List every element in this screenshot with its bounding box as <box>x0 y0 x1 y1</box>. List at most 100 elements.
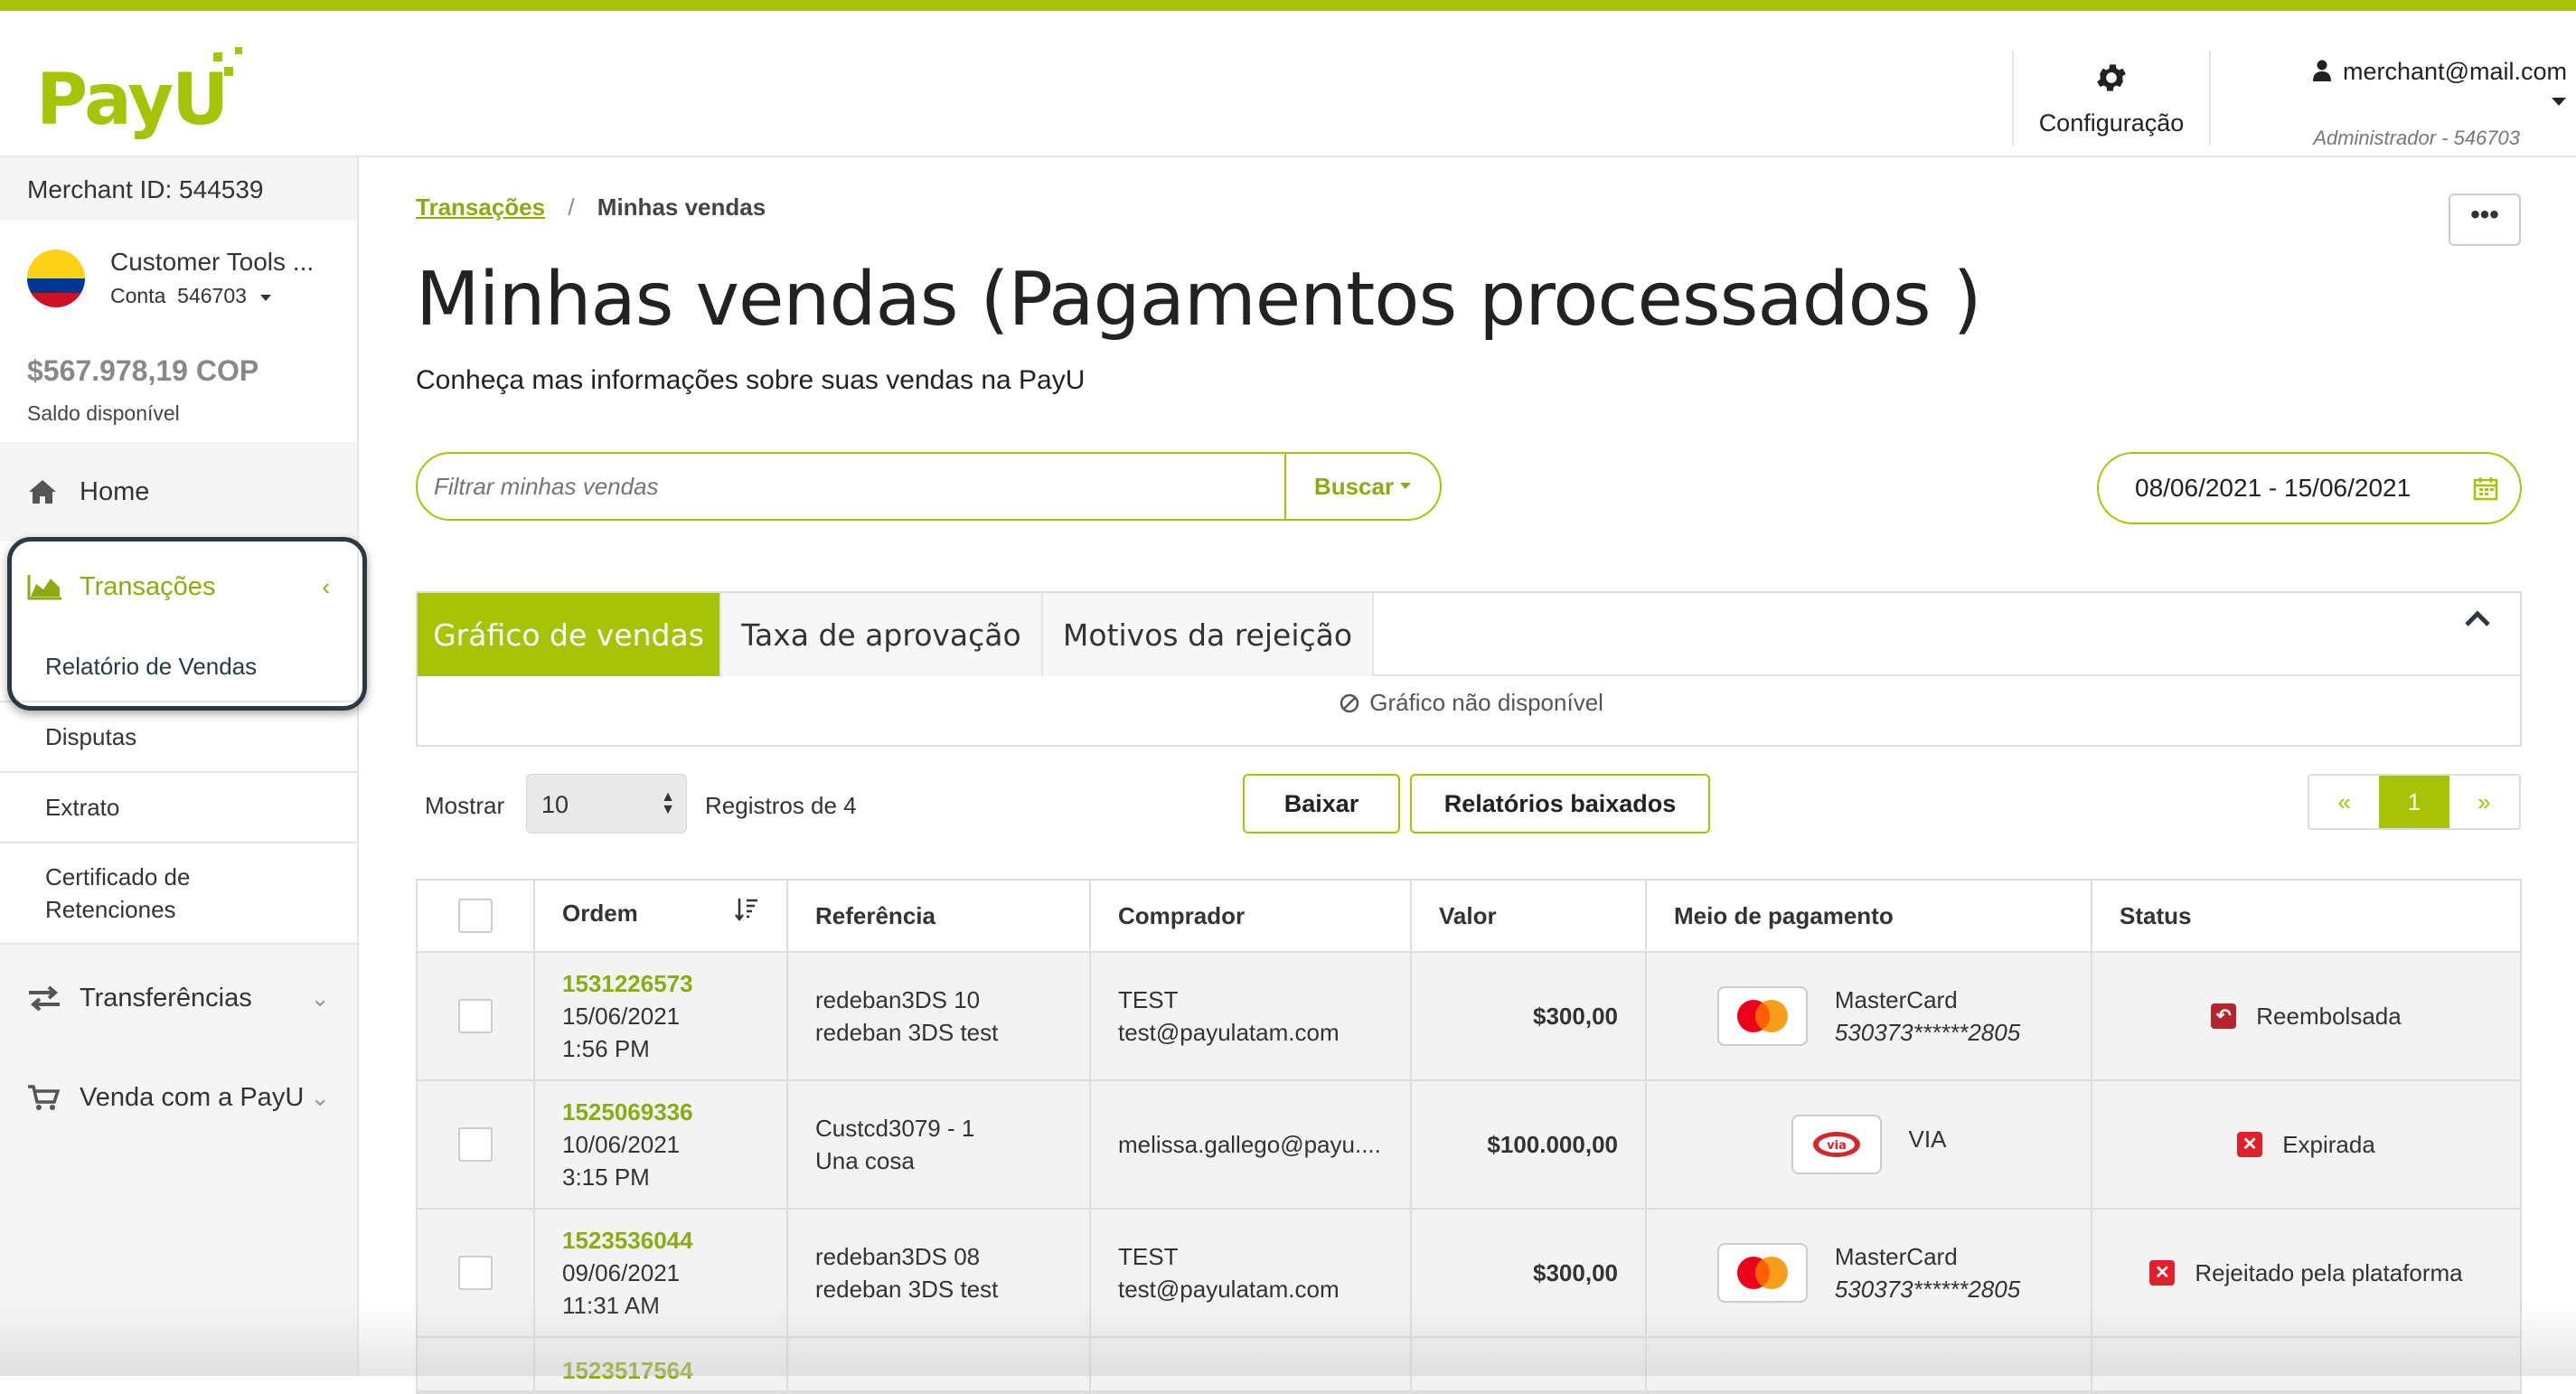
sort-desc-icon[interactable] <box>734 897 759 922</box>
sidebar-item-transferencias[interactable]: Transferências ⌄ <box>0 948 357 1048</box>
header-valor: Valor <box>1412 881 1647 951</box>
payment-cell: via VIA <box>1647 1081 2092 1208</box>
order-link[interactable]: 1531226573 <box>562 967 759 1000</box>
subitem-label: Extrato <box>45 793 120 821</box>
value-cell <box>1412 1338 1647 1392</box>
table-row[interactable]: 1523536044 09/06/2021 11:31 AM redeban3D… <box>418 1210 2520 1338</box>
masked-card: 530373******2805 <box>1834 1019 2021 1046</box>
order-cell: 1525069336 10/06/2021 3:15 PM <box>535 1081 788 1208</box>
select-all-checkbox[interactable] <box>458 899 493 933</box>
table-toolbar: Mostrar 10 ▲ ▼ Registros de 4 Baixar Rela… <box>416 772 2522 844</box>
reference-description: redeban 3DS test <box>815 1276 999 1303</box>
select-arrows-icon: ▲ ▼ <box>661 789 675 817</box>
subitem-label: Relatório de Vendas <box>45 652 258 680</box>
collapse-panel-icon[interactable] <box>2464 609 2491 627</box>
no-chart-message: Gráfico não disponível <box>1340 689 1603 717</box>
sidebar-subitem-certificado[interactable]: Certificado de Retenciones <box>0 843 357 945</box>
sidebar: Merchant ID: 544539 Customer Tools ... C… <box>0 157 359 1376</box>
sidebar-item-venda[interactable]: Venda com a PayU ⌄ <box>0 1048 357 1147</box>
table-row[interactable]: 1531226573 15/06/2021 1:56 PM redeban3DS… <box>418 953 2520 1081</box>
status-badge: Expirada <box>2282 1131 2375 1158</box>
search-bar: Buscar <box>416 452 1442 521</box>
reference-cell: redeban3DS 10 redeban 3DS test <box>788 953 1091 1079</box>
download-button[interactable]: Baixar <box>1243 774 1400 834</box>
merchant-id: Merchant ID: 544539 <box>27 175 264 203</box>
row-checkbox-cell <box>418 953 535 1079</box>
tab-motivos-rejeicao[interactable]: Motivos da rejeição <box>1043 593 1374 676</box>
sidebar-subitem-disputas[interactable]: Disputas <box>0 702 357 773</box>
buyer-email: test@payulatam.com <box>1118 1019 1340 1046</box>
header-meio-pagamento: Meio de pagamento <box>1647 881 2092 951</box>
breadcrumb: Transações / Minhas vendas <box>416 193 766 221</box>
config-button[interactable]: Configuração <box>2012 51 2211 146</box>
row-checkbox-cell <box>418 1210 535 1336</box>
payu-logo[interactable]: PayU <box>36 47 244 146</box>
search-input[interactable] <box>418 454 1284 519</box>
order-link[interactable]: 1523517564 <box>562 1354 759 1387</box>
chevron-left-icon: ‹ <box>322 572 330 600</box>
caret-down-icon <box>2552 98 2566 106</box>
account-name: Customer Tools ... <box>110 248 315 276</box>
table-row[interactable]: 1525069336 10/06/2021 3:15 PM Custcd3079… <box>418 1081 2520 1210</box>
account-number-label: Conta 546703 <box>110 284 247 307</box>
colombia-flag-icon <box>27 250 85 307</box>
header-comprador: Comprador <box>1091 881 1412 951</box>
chevron-down-icon: ⌄ <box>310 984 330 1012</box>
no-chart-text: Gráfico não disponível <box>1369 689 1603 716</box>
row-checkbox[interactable] <box>458 1256 493 1290</box>
pagination-next[interactable]: » <box>2449 776 2519 828</box>
config-label: Configuração <box>2038 109 2185 137</box>
row-checkbox[interactable] <box>458 999 493 1033</box>
table-header: Ordem Referência Comprador Valor Meio de… <box>418 881 2520 953</box>
sidebar-item-transacoes[interactable]: Transações ‹ <box>0 542 357 632</box>
breadcrumb-link-transacoes[interactable]: Transações <box>416 193 545 221</box>
search-button[interactable]: Buscar <box>1284 454 1440 519</box>
status-badge: Reembolsada <box>2256 1003 2402 1030</box>
page-size-select[interactable]: 10 ▲ ▼ <box>526 774 687 834</box>
pagination-page[interactable]: 1 <box>2379 776 2449 828</box>
status-cell: ✕ Expirada <box>2092 1081 2520 1208</box>
transfer-icon <box>29 985 60 1011</box>
row-checkbox-cell <box>418 1338 535 1392</box>
pagination-prev[interactable]: « <box>2309 776 2379 828</box>
more-options-button[interactable]: ••• <box>2449 193 2521 246</box>
caret-down-icon <box>1400 483 1412 489</box>
order-link[interactable]: 1525069336 <box>562 1096 759 1128</box>
order-link[interactable]: 1523536044 <box>562 1224 759 1257</box>
reference-code: Custcd3079 - 1 <box>815 1115 975 1142</box>
date-range-picker[interactable]: 08/06/2021 - 15/06/2021 <box>2097 452 2522 524</box>
tab-taxa-aprovacao[interactable]: Taxa de aprovação <box>721 593 1043 676</box>
value-cell: $300,00 <box>1412 1210 1647 1336</box>
header-ordem[interactable]: Ordem <box>535 881 788 951</box>
account-number[interactable]: Conta 546703 <box>110 284 272 308</box>
user-role: Administrador - 546703 <box>2313 127 2520 149</box>
subitem-label: Disputas <box>45 722 137 750</box>
table-row[interactable]: 1523517564 <box>418 1338 2520 1392</box>
buyer-cell: melissa.gallego@payu.... <box>1091 1081 1412 1208</box>
close-icon: ✕ <box>2149 1260 2176 1286</box>
buyer-name: TEST <box>1118 986 1179 1013</box>
status-cell: ↶ Reembolsada <box>2092 953 2520 1079</box>
sidebar-item-home[interactable]: Home <box>0 442 357 542</box>
downloaded-reports-button[interactable]: Relatórios baixados <box>1410 774 1710 834</box>
caret-down-icon <box>260 295 272 301</box>
tab-grafico-vendas[interactable]: Gráfico de vendas <box>418 593 721 676</box>
order-date: 15/06/2021 <box>562 1003 681 1030</box>
sidebar-subitem-extrato[interactable]: Extrato <box>0 773 357 843</box>
area-chart-icon <box>27 575 61 600</box>
account-switcher[interactable]: Customer Tools ... Conta 546703 $567.978… <box>0 221 357 442</box>
charts-panel: Gráfico de vendas Taxa de aprovação Moti… <box>416 591 2522 747</box>
logo-dot <box>235 47 242 54</box>
row-checkbox[interactable] <box>458 1127 493 1162</box>
user-menu[interactable]: merchant@mail.com Administrador - 546703 <box>2278 58 2567 150</box>
pagination: « 1 » <box>2308 774 2521 830</box>
sidebar-subitem-relatorio[interactable]: Relatório de Vendas <box>0 632 357 702</box>
order-time: 3:15 PM <box>562 1163 650 1191</box>
logo-text: PayU <box>36 60 229 141</box>
order-date: 09/06/2021 <box>562 1259 681 1286</box>
header-status: Status <box>2120 902 2192 929</box>
order-cell: 1523517564 <box>535 1338 788 1392</box>
status-cell: ✕ Rejeitado pela plataforma <box>2092 1210 2520 1336</box>
order-cell: 1523536044 09/06/2021 11:31 AM <box>535 1210 788 1336</box>
mastercard-icon <box>1716 1243 1808 1303</box>
